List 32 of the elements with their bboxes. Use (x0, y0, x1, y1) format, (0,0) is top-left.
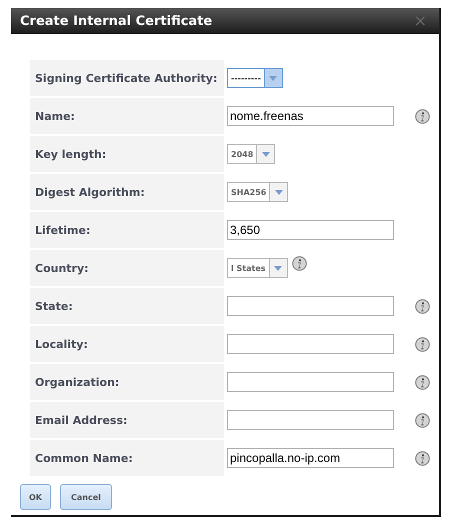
text-field[interactable] (227, 296, 394, 316)
text-field[interactable]: 3,650 (227, 220, 394, 240)
info-icon[interactable] (415, 108, 430, 124)
info-icon[interactable] (415, 374, 430, 390)
field-label: Digest Algorithm: (30, 174, 224, 210)
text-field[interactable]: pincopalla.no-ip.com (227, 448, 394, 468)
text-field[interactable] (227, 410, 394, 430)
select-field[interactable]: SHA256 (227, 182, 288, 202)
select-field[interactable]: --------- (227, 68, 283, 88)
field-label: Common Name: (30, 440, 224, 476)
text-field[interactable] (227, 372, 394, 392)
dialog-button[interactable]: OK (20, 484, 51, 510)
info-icon[interactable] (415, 412, 430, 428)
field-label: State: (30, 288, 224, 324)
select-field[interactable]: l States (227, 258, 288, 278)
select-field[interactable]: 2048 (227, 144, 276, 164)
field-label: Lifetime: (30, 212, 224, 248)
info-icon[interactable] (415, 336, 430, 352)
info-icon[interactable] (415, 450, 430, 466)
field-label: Name: (30, 98, 224, 134)
dialog-button[interactable]: Cancel (60, 484, 112, 510)
field-label: Signing Certificate Authority: (30, 60, 224, 96)
text-field[interactable]: nome.freenas (227, 106, 394, 126)
field-label: Locality: (30, 326, 224, 362)
field-label: Key length: (30, 136, 224, 172)
info-icon[interactable] (415, 298, 430, 314)
field-label: Country: (30, 250, 224, 286)
info-icon[interactable] (292, 256, 307, 271)
field-label: Email Address: (30, 402, 224, 438)
window-title: Create Internal Certificate (20, 14, 212, 28)
text-field[interactable] (227, 334, 394, 354)
field-label: Organization: (30, 364, 224, 400)
